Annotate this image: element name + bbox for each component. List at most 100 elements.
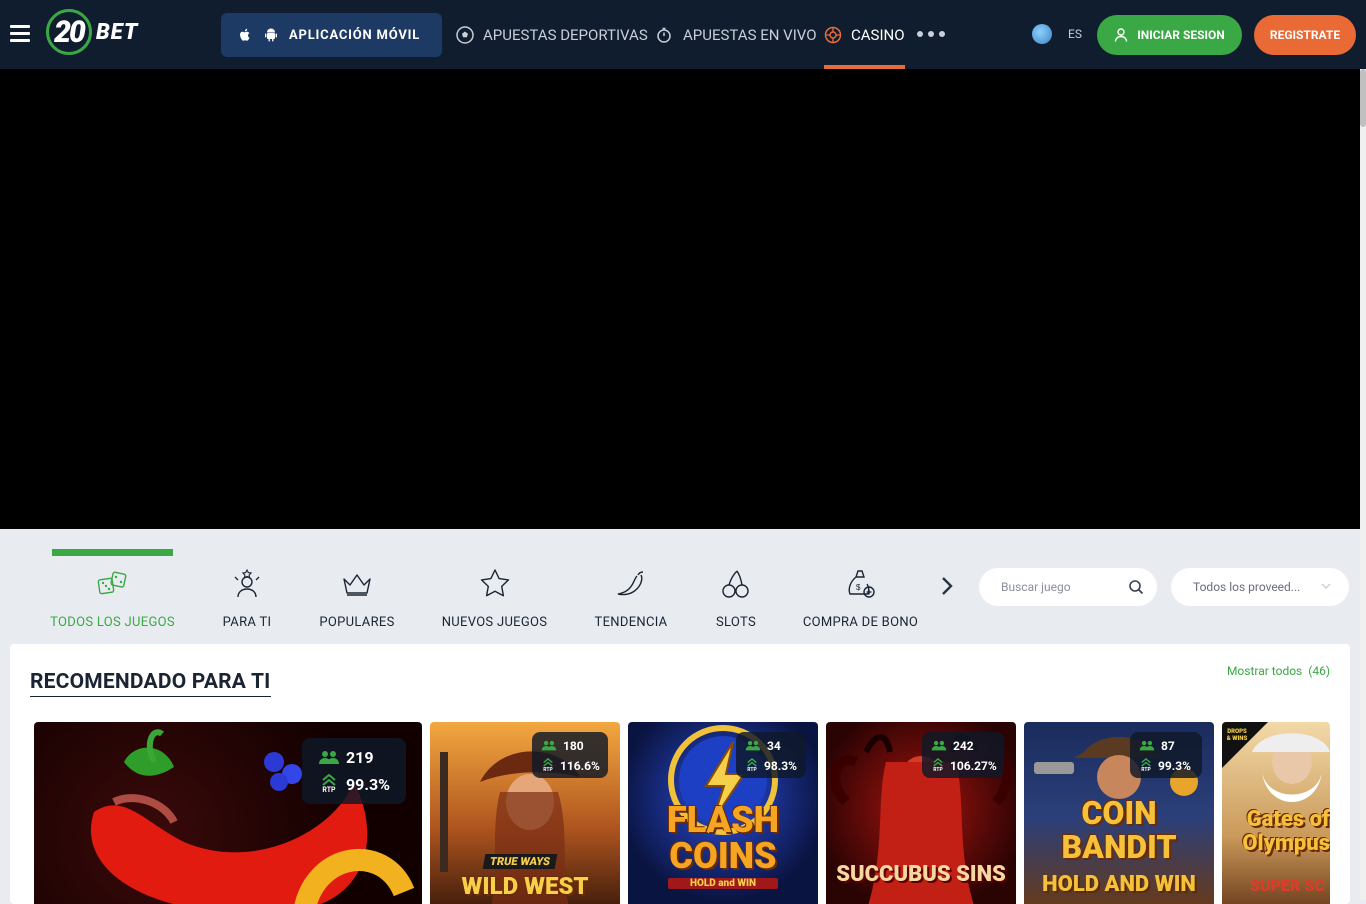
show-all-count: (46) (1308, 664, 1330, 678)
register-label: REGISTRATE (1269, 28, 1341, 42)
game-title: WILD WEST (461, 872, 589, 900)
rtp-icon: RTP (932, 757, 944, 773)
provider-selected-label: Todos los proveed... (1193, 580, 1301, 594)
tab-slots-label: SLOTS (716, 615, 756, 630)
chevron-down-icon (1321, 583, 1331, 589)
user-star-icon (234, 568, 260, 598)
game-card[interactable]: TRUE WAYS WILD WEST 180 RTP 116.6% (430, 722, 620, 904)
nav-sports[interactable]: APUESTAS DEPORTIVAS (456, 0, 648, 69)
tab-bonus-buy-label: COMPRA DE BONO (802, 615, 919, 630)
nav-casino-label: CASINO (851, 25, 905, 44)
game-card[interactable]: FLASH COINS HOLD and WIN 34 RTP 98.3% (628, 722, 818, 904)
players-icon (1139, 740, 1155, 751)
logo[interactable]: 20 BET (46, 9, 138, 55)
scrollbar-thumb[interactable] (1360, 69, 1366, 127)
tab-all-games-label: TODOS LOS JUEGOS (50, 615, 175, 630)
game-card[interactable]: COIN BANDIT HOLD AND WIN 87 RTP 99.3% (1024, 722, 1214, 904)
players-icon (931, 740, 947, 751)
more-menu-icon[interactable] (917, 31, 945, 37)
menu-icon[interactable] (10, 25, 30, 43)
star-icon (480, 569, 509, 597)
tab-bonus-buy[interactable]: $ COMPRA DE BONO (802, 549, 919, 644)
players-count: 242 (953, 739, 974, 753)
nav-live-label: APUESTAS EN VIVO (683, 25, 817, 44)
globe-icon (1032, 24, 1052, 44)
tab-popular-label: POPULARES (319, 615, 395, 630)
rtp-icon: RTP (746, 757, 758, 773)
chili-pepper-icon (617, 571, 644, 596)
nav-casino[interactable]: CASINO (824, 0, 905, 69)
recommended-section: RECOMENDADO PARA TI Mostrar todos (46) 2… (10, 644, 1350, 904)
active-tab-indicator (52, 549, 173, 556)
game-stats: 219 RTP 99.3% (302, 738, 406, 804)
rtp-value: 106.27% (950, 758, 997, 773)
tab-popular[interactable]: POPULARES (319, 549, 395, 644)
game-tag: HOLD and WIN (668, 878, 778, 889)
tab-for-you-label: PARA TI (222, 615, 272, 630)
game-stats: 34 RTP 98.3% (736, 732, 806, 778)
promo-badge: DROPS & WINS (1226, 728, 1248, 742)
players-count: 34 (767, 739, 781, 753)
search-box[interactable] (979, 568, 1157, 606)
game-tag: SUPER SC (1250, 876, 1325, 895)
rtp-icon: RTP (542, 757, 554, 773)
show-all-label: Mostrar todos (1226, 664, 1303, 678)
tab-slots[interactable]: SLOTS (716, 549, 756, 644)
show-all-link[interactable]: Mostrar todos (46) (1227, 664, 1330, 678)
search-icon[interactable] (1128, 579, 1144, 595)
players-icon (745, 740, 761, 751)
provider-select[interactable]: Todos los proveed... (1171, 568, 1349, 606)
players-icon (319, 750, 339, 764)
crown-icon (343, 574, 371, 596)
rtp-value: 99.3% (1158, 758, 1192, 773)
page-scrollbar[interactable] (1360, 69, 1366, 900)
game-title: SUCCUBUS SINS (836, 862, 1006, 887)
dice-icon (97, 571, 126, 595)
search-input[interactable] (1001, 580, 1121, 594)
logo-text: BET (96, 19, 139, 45)
svg-text:$: $ (856, 583, 861, 592)
rtp-value: 116.6% (560, 758, 600, 773)
tab-trending-label: TENDENCIA (594, 615, 668, 630)
register-button[interactable]: REGISTRATE (1254, 15, 1356, 55)
top-header: 20 BET APLICACIÓN MÓVIL APUESTAS DEPORTI… (0, 0, 1366, 69)
mobile-app-button[interactable]: APLICACIÓN MÓVIL (221, 13, 442, 57)
section-title: RECOMENDADO PARA TI (30, 670, 271, 697)
roulette-icon (824, 26, 842, 43)
game-card[interactable]: SUCCUBUS SINS 242 RTP 106.27% (826, 722, 1016, 904)
players-count: 180 (563, 739, 584, 753)
logo-number: 20 (46, 9, 92, 55)
nav-sports-label: APUESTAS DEPORTIVAS (483, 25, 648, 44)
tab-for-you[interactable]: PARA TI (223, 549, 271, 644)
chevron-right-icon[interactable] (937, 575, 957, 597)
game-stats: 242 RTP 106.27% (922, 732, 1004, 778)
game-card[interactable]: DROPS & WINS Gates of Olympus SUPER SC (1222, 722, 1330, 904)
apple-icon (240, 28, 250, 41)
android-icon (265, 28, 277, 42)
stopwatch-icon (657, 27, 671, 43)
tab-trending[interactable]: TENDENCIA (594, 549, 668, 644)
rtp-value: 99.3% (346, 775, 391, 794)
rtp-icon: RTP (320, 773, 338, 795)
players-count: 87 (1161, 739, 1175, 753)
rtp-icon: RTP (1140, 757, 1152, 773)
money-bag-icon: $ (848, 570, 875, 598)
language-selector[interactable]: ES (1032, 24, 1082, 44)
language-code: ES (1068, 27, 1082, 41)
players-icon (541, 740, 557, 751)
players-count: 219 (346, 748, 374, 767)
hero-banner[interactable] (0, 69, 1366, 529)
soccer-ball-icon (456, 25, 474, 44)
user-icon (1115, 28, 1128, 42)
mobile-app-label: APLICACIÓN MÓVIL (289, 27, 421, 43)
cherries-icon (722, 570, 749, 598)
game-stats: 87 RTP 99.3% (1130, 732, 1202, 778)
game-card[interactable]: 219 RTP 99.3% (34, 722, 422, 904)
login-button[interactable]: INICIAR SESION (1097, 15, 1242, 55)
tab-all-games[interactable]: TODOS LOS JUEGOS (50, 549, 175, 644)
tab-new-games[interactable]: NUEVOS JUEGOS (442, 549, 547, 644)
rtp-value: 98.3% (764, 758, 798, 773)
login-label: INICIAR SESION (1137, 28, 1225, 42)
game-tag: TRUE WAYS (482, 854, 558, 869)
nav-live[interactable]: APUESTAS EN VIVO (656, 0, 817, 69)
